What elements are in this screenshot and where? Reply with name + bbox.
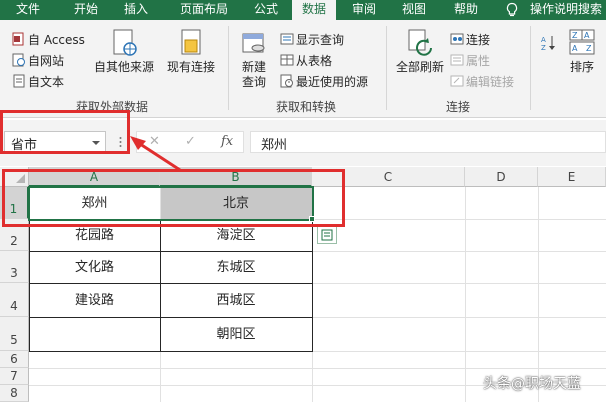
watermark: 头条@职场天蓝 xyxy=(483,376,581,392)
annotation-arrow xyxy=(130,136,181,172)
